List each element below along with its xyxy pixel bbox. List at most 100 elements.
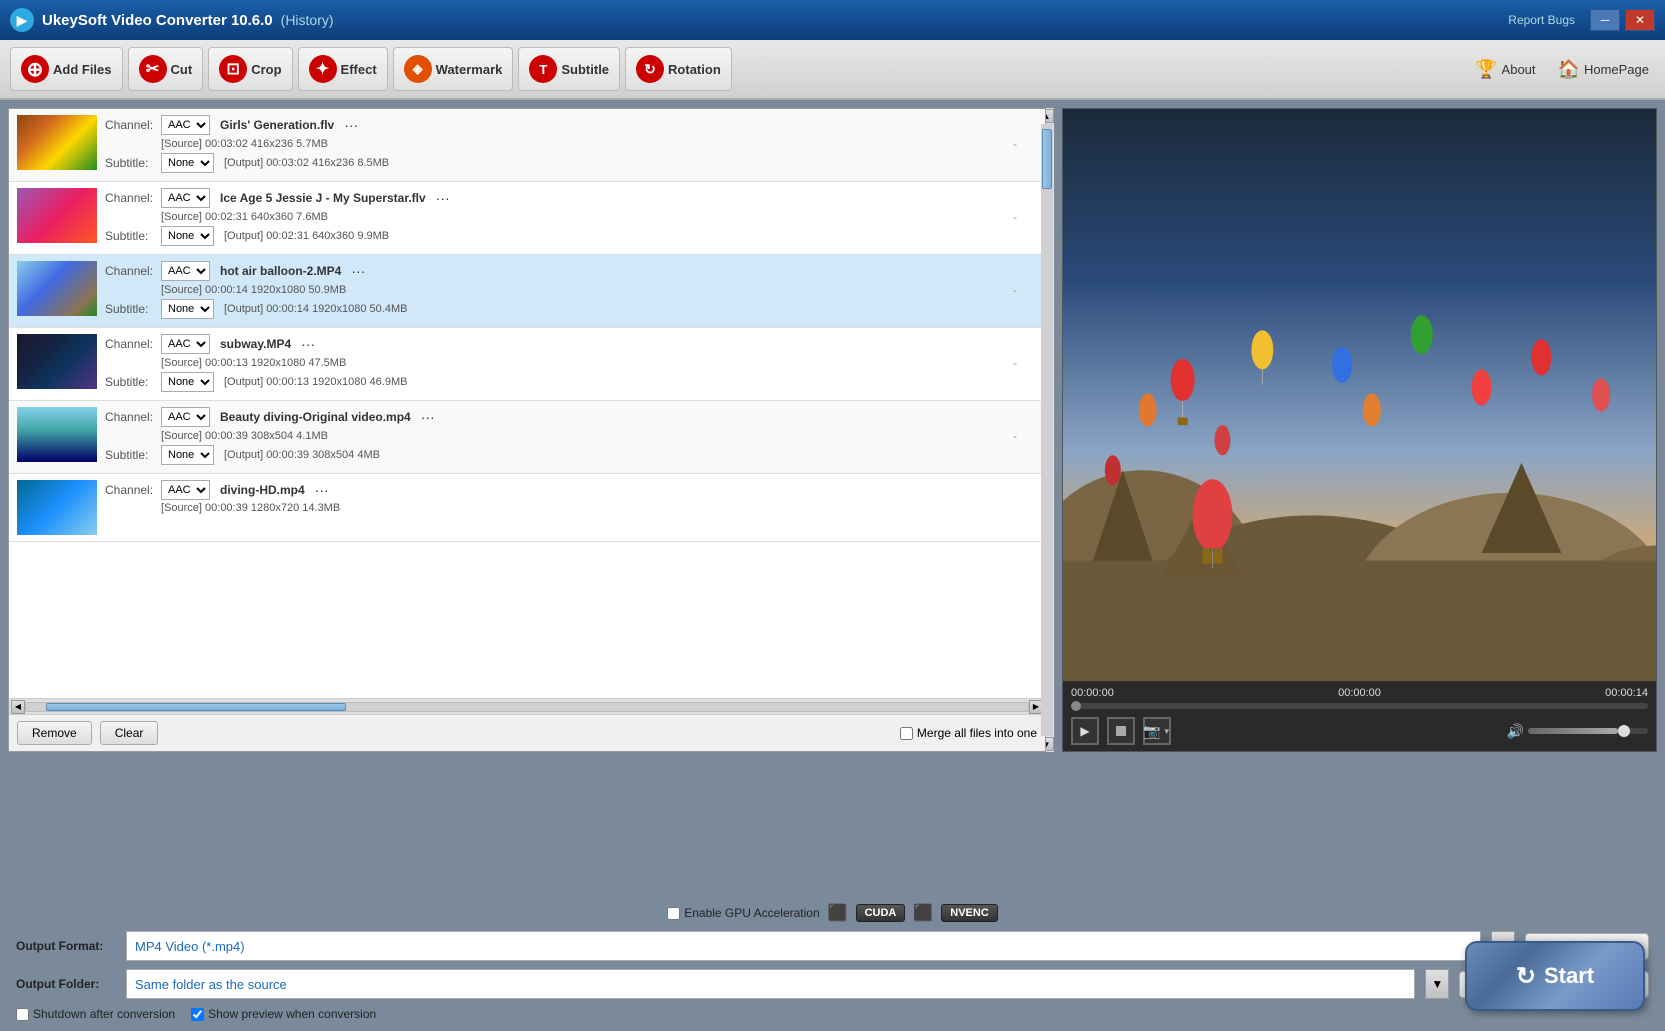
- channel-label: Channel:: [105, 264, 155, 278]
- output-format-input[interactable]: [126, 931, 1481, 961]
- subtitle-label: Subtitle:: [105, 229, 155, 243]
- volume-icon: 🔊: [1507, 723, 1524, 740]
- minimize-button[interactable]: ─: [1590, 9, 1620, 31]
- show-preview-option[interactable]: Show preview when conversion: [191, 1007, 376, 1021]
- list-item[interactable]: Channel: AAC diving-HD.mp4 ··· [Source] …: [9, 474, 1045, 542]
- scroll-left-arrow[interactable]: ◀: [11, 700, 25, 714]
- file-list-footer: Remove Clear Merge all files into one: [9, 714, 1045, 751]
- time-end: 00:00:14: [1605, 687, 1648, 699]
- subtitle-label: Subtitle:: [105, 375, 155, 389]
- list-item[interactable]: Channel: AAC subway.MP4 ··· [Source] 00:…: [9, 328, 1045, 401]
- play-button[interactable]: ▶: [1071, 717, 1099, 745]
- homepage-icon: 🏠: [1558, 59, 1580, 80]
- merge-checkbox[interactable]: [900, 727, 913, 740]
- scroll-thumb-v[interactable]: [1042, 129, 1052, 189]
- start-button[interactable]: ↻ Start: [1465, 941, 1645, 1011]
- list-item[interactable]: Channel: AAC Girls' Generation.flv ··· […: [9, 109, 1045, 182]
- channel-select[interactable]: AAC: [161, 480, 210, 500]
- gpu-checkbox[interactable]: Enable GPU Acceleration: [667, 906, 819, 920]
- about-label: About: [1502, 62, 1536, 77]
- more-button[interactable]: ···: [311, 482, 333, 498]
- rotation-icon: ↻: [636, 55, 664, 83]
- file-thumbnail: [17, 188, 97, 243]
- subtitle-label: Subtitle:: [105, 302, 155, 316]
- scroll-thumb[interactable]: [46, 703, 346, 711]
- effect-button[interactable]: ✦ Effect: [298, 47, 388, 91]
- clear-button[interactable]: Clear: [100, 721, 159, 745]
- preview-panel: 00:00:00 00:00:00 00:00:14 ▶ 📷▼: [1062, 108, 1657, 752]
- channel-select[interactable]: AAC: [161, 261, 210, 281]
- cut-label: Cut: [171, 62, 193, 77]
- dash: -: [1013, 429, 1017, 443]
- source-info: [Source] 00:00:39 308x504 4.1MB: [161, 430, 328, 442]
- rotation-label: Rotation: [668, 62, 721, 77]
- toolbar: ⊕ Add Files ✂ Cut ⊡ Crop ✦ Effect ◈ Wate…: [0, 40, 1665, 100]
- more-button[interactable]: ···: [347, 263, 369, 279]
- cut-button[interactable]: ✂ Cut: [128, 47, 204, 91]
- nvidia-icon-nvenc: ⬛: [913, 903, 933, 923]
- volume-slider[interactable]: [1528, 728, 1648, 734]
- horizontal-scrollbar[interactable]: ◀ ▶: [9, 698, 1045, 714]
- file-thumbnail: [17, 407, 97, 462]
- remove-button[interactable]: Remove: [17, 721, 92, 745]
- close-button[interactable]: ✕: [1625, 9, 1655, 31]
- nvenc-badge: NVENC: [941, 904, 998, 922]
- effect-label: Effect: [341, 62, 377, 77]
- subtitle-select[interactable]: None: [161, 226, 214, 246]
- add-files-button[interactable]: ⊕ Add Files: [10, 47, 123, 91]
- channel-label: Channel:: [105, 337, 155, 351]
- channel-select[interactable]: AAC: [161, 188, 210, 208]
- bottom-bar: Enable GPU Acceleration ⬛ CUDA ⬛ NVENC O…: [0, 895, 1665, 1031]
- channel-label: Channel:: [105, 118, 155, 132]
- list-item[interactable]: Channel: AAC Ice Age 5 Jessie J - My Sup…: [9, 182, 1045, 255]
- subtitle-select[interactable]: None: [161, 372, 214, 392]
- file-name: Ice Age 5 Jessie J - My Superstar.flv: [220, 191, 426, 205]
- subtitle-button[interactable]: T Subtitle: [518, 47, 620, 91]
- rotation-button[interactable]: ↻ Rotation: [625, 47, 732, 91]
- homepage-button[interactable]: 🏠 HomePage: [1552, 57, 1655, 82]
- about-button[interactable]: 🏆 About: [1469, 57, 1541, 82]
- watermark-button[interactable]: ◈ Watermark: [393, 47, 514, 91]
- add-files-label: Add Files: [53, 62, 112, 77]
- more-button[interactable]: ···: [340, 117, 362, 133]
- file-name: subway.MP4: [220, 337, 291, 351]
- title-bar: ▶ UkeySoft Video Converter 10.6.0 (Histo…: [0, 0, 1665, 40]
- channel-label: Channel:: [105, 191, 155, 205]
- vertical-scrollbar[interactable]: ▲ ▼: [1038, 108, 1054, 752]
- source-info: [Source] 00:00:13 1920x1080 47.5MB: [161, 357, 346, 369]
- shutdown-option[interactable]: Shutdown after conversion: [16, 1007, 175, 1021]
- list-item[interactable]: Channel: AAC Beauty diving-Original vide…: [9, 401, 1045, 474]
- stop-button[interactable]: [1107, 717, 1135, 745]
- output-folder-label: Output Folder:: [16, 977, 116, 991]
- subtitle-select[interactable]: None: [161, 299, 214, 319]
- file-name: hot air balloon-2.MP4: [220, 264, 341, 278]
- more-button[interactable]: ···: [432, 190, 454, 206]
- source-info: [Source] 00:00:39 1280x720 14.3MB: [161, 502, 340, 514]
- subtitle-icon: T: [529, 55, 557, 83]
- gpu-label: Enable GPU Acceleration: [684, 906, 819, 920]
- dash: -: [1013, 283, 1017, 297]
- source-info: [Source] 00:02:31 640x360 7.6MB: [161, 211, 328, 223]
- file-thumbnail: [17, 115, 97, 170]
- channel-label: Channel:: [105, 410, 155, 424]
- subtitle-select[interactable]: None: [161, 445, 214, 465]
- file-name: diving-HD.mp4: [220, 483, 305, 497]
- more-button[interactable]: ···: [297, 336, 319, 352]
- progress-dot[interactable]: [1071, 701, 1081, 711]
- time-start: 00:00:00: [1071, 687, 1114, 699]
- channel-select[interactable]: AAC: [161, 334, 210, 354]
- list-item[interactable]: Channel: AAC hot air balloon-2.MP4 ··· […: [9, 255, 1045, 328]
- watermark-label: Watermark: [436, 62, 503, 77]
- folder-dropdown-arrow[interactable]: ▼: [1425, 969, 1449, 999]
- app-subtitle: (History): [281, 12, 334, 28]
- cut-icon: ✂: [139, 55, 167, 83]
- subtitle-select[interactable]: None: [161, 153, 214, 173]
- output-info: [Output] 00:02:31 640x360 9.9MB: [224, 230, 389, 242]
- more-button[interactable]: ···: [417, 409, 439, 425]
- channel-select[interactable]: AAC: [161, 115, 210, 135]
- volume-thumb[interactable]: [1618, 725, 1630, 737]
- channel-select[interactable]: AAC: [161, 407, 210, 427]
- crop-button[interactable]: ⊡ Crop: [208, 47, 292, 91]
- output-folder-input[interactable]: [126, 969, 1415, 999]
- camera-button[interactable]: 📷▼: [1143, 717, 1171, 745]
